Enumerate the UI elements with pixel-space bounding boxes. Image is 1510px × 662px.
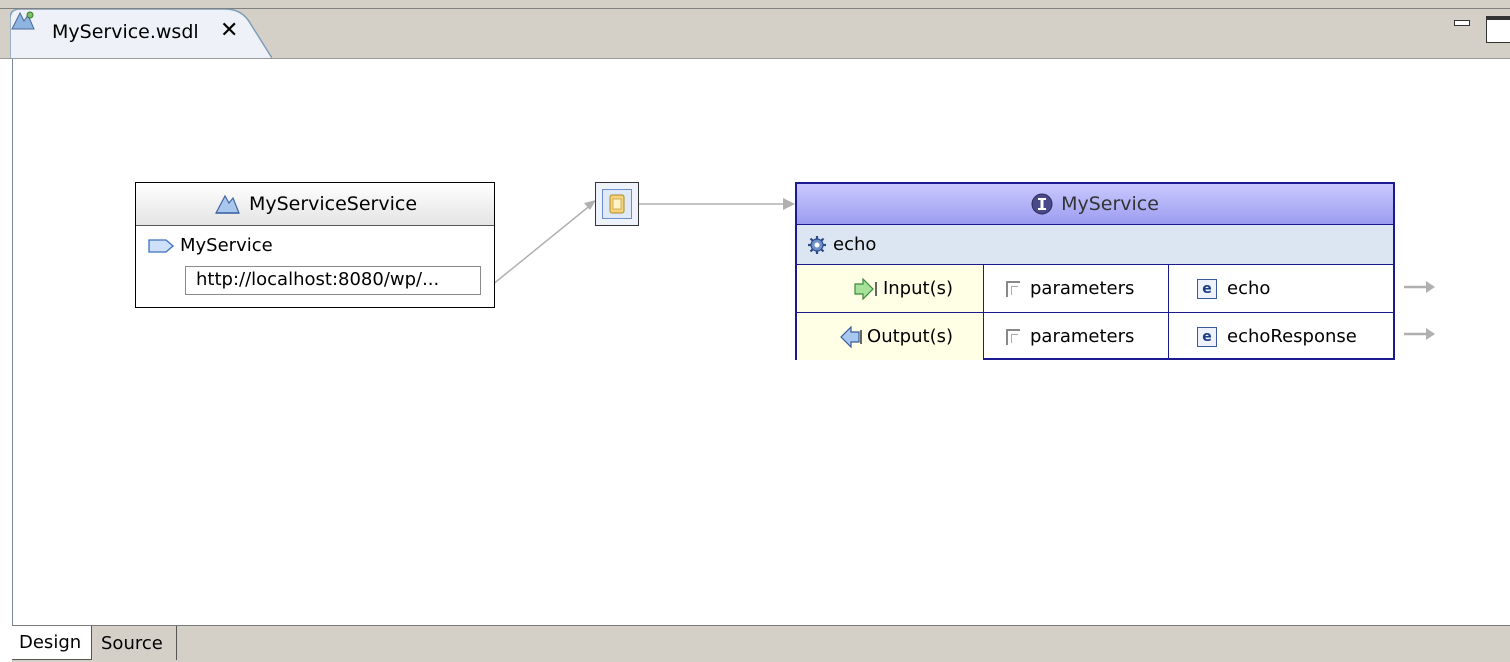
- tab-design[interactable]: Design: [12, 626, 92, 660]
- tab-label: MyService.wsdl: [52, 21, 199, 43]
- binding-icon: [602, 189, 632, 219]
- output-part-cell[interactable]: parameters: [984, 313, 1169, 360]
- input-arrow-icon: [854, 277, 877, 300]
- input-element-name: echo: [1227, 278, 1271, 299]
- interface-icon: [1031, 193, 1053, 215]
- input-part-name: parameters: [1030, 278, 1135, 299]
- editor-page-tabs: Design Source: [12, 625, 1510, 662]
- service-header[interactable]: MyServiceService: [136, 183, 494, 226]
- input-row[interactable]: Input(s) parameters e echo: [797, 265, 1393, 313]
- endpoint-address-field[interactable]: http://localhost:8080/wp/...: [185, 266, 481, 295]
- binding-node[interactable]: [595, 182, 639, 226]
- input-element-cell[interactable]: e echo: [1169, 265, 1393, 312]
- wsdl-file-icon: [11, 11, 35, 30]
- output-arrow-icon: [840, 325, 862, 348]
- output-element-name: echoResponse: [1227, 326, 1357, 347]
- input-label: Input(s): [882, 278, 953, 299]
- output-part-name: parameters: [1030, 326, 1135, 347]
- service-node[interactable]: MyServiceService MyService http://localh…: [135, 182, 495, 308]
- editor-tab-strip: MyService.wsdl ✕: [0, 0, 1510, 59]
- output-label: Output(s): [867, 326, 953, 347]
- element-icon: e: [1197, 326, 1217, 347]
- minimize-button[interactable]: [1452, 16, 1470, 28]
- operation-gear-icon: [808, 235, 826, 254]
- operation-row[interactable]: echo: [797, 225, 1393, 265]
- element-icon: e: [1197, 278, 1217, 299]
- output-element-cell[interactable]: e echoResponse: [1169, 313, 1393, 360]
- operation-name: echo: [833, 234, 877, 255]
- output-row[interactable]: Output(s) parameters e echoResponse: [797, 313, 1393, 360]
- input-label-cell[interactable]: Input(s): [797, 265, 984, 312]
- porttype-header[interactable]: MyService: [797, 184, 1393, 225]
- editor-tab-myservice-wsdl[interactable]: MyService.wsdl ✕: [10, 9, 272, 59]
- port-name: MyService: [180, 235, 273, 256]
- port-icon: [148, 238, 174, 253]
- maximize-button[interactable]: [1486, 16, 1510, 43]
- output-label-cell[interactable]: Output(s): [797, 313, 984, 360]
- input-part-cell[interactable]: parameters: [984, 265, 1169, 312]
- tab-source[interactable]: Source: [94, 626, 177, 660]
- porttype-name: MyService: [1061, 193, 1159, 215]
- service-icon: [214, 194, 240, 214]
- binding-glyph: [609, 194, 625, 214]
- input-element-link-arrow[interactable]: [1402, 277, 1436, 297]
- close-icon[interactable]: ✕: [220, 18, 238, 43]
- port-item[interactable]: MyService: [148, 235, 273, 256]
- part-icon: [1006, 280, 1020, 297]
- view-controls: [1452, 16, 1510, 43]
- service-name: MyServiceService: [248, 193, 418, 215]
- porttype-node[interactable]: MyService echo Input(s) parameters e ech…: [795, 182, 1395, 360]
- output-element-link-arrow[interactable]: [1402, 324, 1436, 344]
- part-icon: [1006, 328, 1020, 345]
